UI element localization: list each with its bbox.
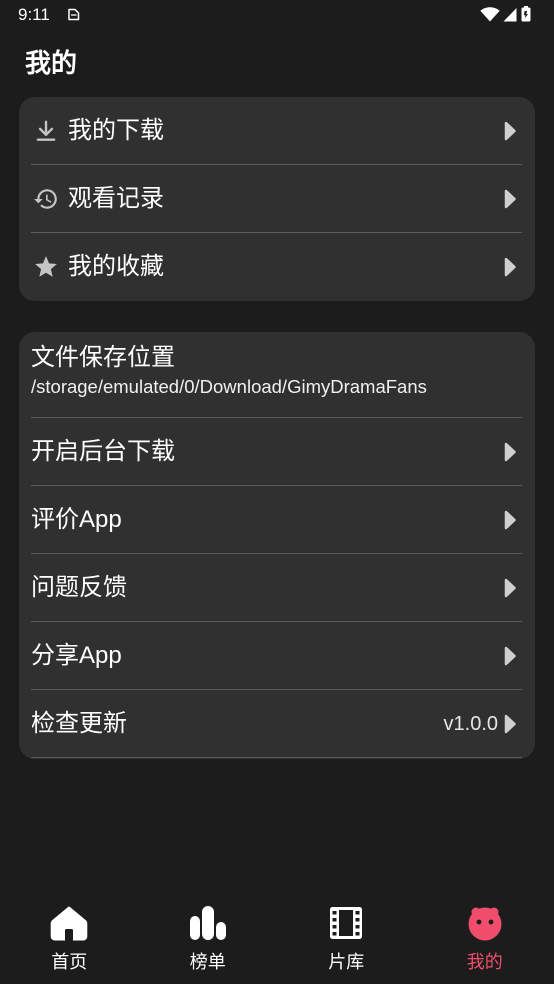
app-version: v1.0.0 [443,713,498,735]
share-app-item[interactable]: 分享App [19,622,535,690]
nav-item-home[interactable]: 首页 [0,895,139,984]
background-download-label: 开启后台下载 [31,438,175,465]
nav-label-library: 片库 [328,952,365,972]
signal-icon [503,7,517,22]
nav-item-mine[interactable]: 我的 [416,895,554,984]
home-icon [50,905,88,941]
bottom-nav: 首页 榜单 片库 我的 [0,895,554,984]
chevron-right-icon [504,578,516,598]
my-downloads-item[interactable]: 我的下载 [19,97,535,165]
page-title: 我的 [25,48,78,78]
my-favorites-item[interactable]: 我的收藏 [19,233,535,301]
chevron-right-icon [504,189,516,209]
quick-links-card: 我的下载 观看记录 我的收藏 [19,97,535,301]
save-location-item[interactable]: 文件保存位置 /storage/emulated/0/Download/Gimy… [19,332,535,418]
feedback-item[interactable]: 问题反馈 [19,554,535,622]
status-bar: 9:11 [0,0,554,30]
nav-label-home: 首页 [51,952,88,972]
notification-icon [66,7,81,22]
save-location-label: 文件保存位置 [31,344,175,371]
chevron-right-icon [504,714,516,734]
film-icon [327,905,365,941]
chevron-right-icon [504,121,516,141]
status-time: 9:11 [18,5,50,24]
nav-item-library[interactable]: 片库 [277,895,416,984]
save-location-path: /storage/emulated/0/Download/GimyDramaFa… [31,376,427,397]
nav-label-mine: 我的 [466,952,503,972]
battery-icon [521,6,531,22]
rate-app-item[interactable]: 评价App [19,486,535,554]
share-app-label: 分享App [31,642,122,669]
feedback-label: 问题反馈 [31,574,127,601]
my-downloads-label: 我的下载 [68,117,164,144]
mascot-icon [466,905,504,941]
star-icon [33,254,59,280]
watch-history-label: 观看记录 [68,185,164,212]
chevron-right-icon [504,257,516,277]
nav-item-rankings[interactable]: 榜单 [139,895,278,984]
background-download-item[interactable]: 开启后台下载 [19,418,535,486]
chevron-right-icon [504,646,516,666]
nav-label-rankings: 榜单 [189,952,226,972]
history-icon [33,186,59,212]
bar-chart-icon [189,905,227,941]
chevron-right-icon [504,510,516,530]
download-icon [33,118,59,144]
my-favorites-label: 我的收藏 [68,253,164,280]
rate-app-label: 评价App [31,506,122,533]
wifi-icon [480,7,500,22]
chevron-right-icon [504,442,516,462]
watch-history-item[interactable]: 观看记录 [19,165,535,233]
divider [31,757,522,758]
settings-card: 文件保存位置 /storage/emulated/0/Download/Gimy… [19,332,535,759]
check-update-label: 检查更新 [31,710,127,737]
check-update-item[interactable]: 检查更新 v1.0.0 [19,690,535,758]
